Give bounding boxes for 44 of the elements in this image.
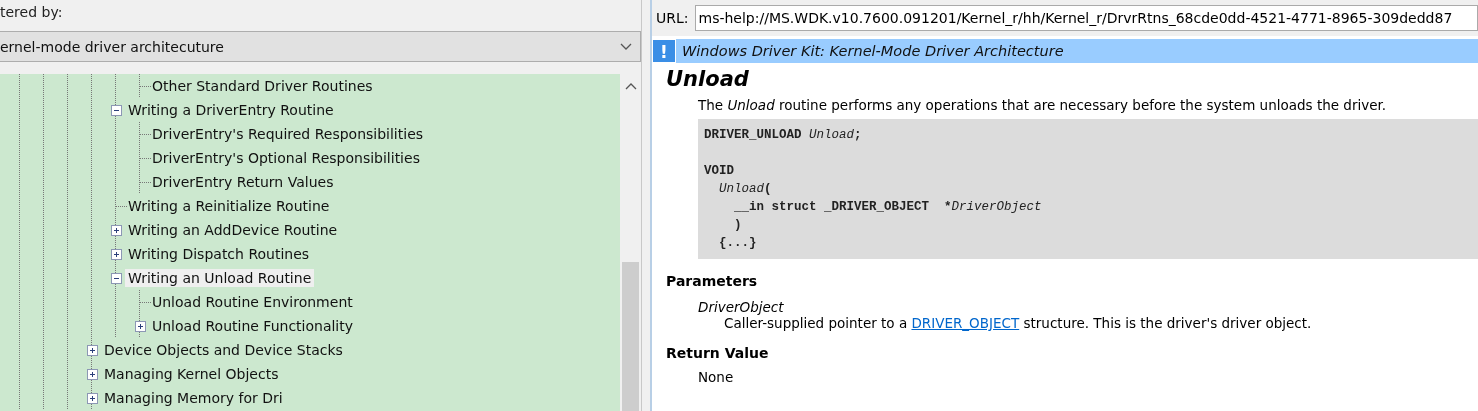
alert-icon: !	[652, 39, 676, 63]
code-line: VOID	[704, 163, 735, 180]
url-field[interactable]: ms-help://MS.WDK.v10.7600.091201/Kernel_r/hh/Kernel_r/DrvrRtns_68cde0dd-4521-4771-8965-309dedd87	[694, 5, 1478, 31]
code-line: )	[733, 217, 743, 234]
expand-icon[interactable]	[86, 368, 98, 380]
tree-item[interactable]: DriverEntry Return Values	[149, 173, 337, 191]
tree-item[interactable]: Managing Memory for Dri	[101, 389, 286, 407]
return-value-text: None	[698, 369, 735, 385]
chevron-down-icon	[620, 42, 632, 51]
tree-item[interactable]: DriverEntry's Required Responsibilities	[149, 125, 427, 143]
tree-item[interactable]: Other Standard Driver Routines	[149, 77, 376, 95]
expand-icon[interactable]	[86, 392, 98, 404]
tree-item[interactable]: Unload Routine Functionality	[149, 317, 357, 335]
filter-dropdown[interactable]: ernel-mode driver architecuture	[0, 31, 641, 62]
tree-item[interactable]: Writing an AddDevice Routine	[125, 221, 341, 239]
section-heading: Return Value	[666, 345, 770, 361]
collapse-icon[interactable]	[110, 272, 122, 284]
tree-item[interactable]: Writing a Reinitialize Routine	[125, 197, 333, 215]
filter-label: tered by:	[0, 3, 64, 22]
driver-object-link[interactable]: DRIVER_OBJECT	[911, 315, 1020, 331]
tree-item[interactable]: Writing Dispatch Routines	[125, 245, 313, 263]
expand-icon[interactable]	[110, 248, 122, 260]
page-title: Unload	[666, 67, 750, 91]
tree-item[interactable]: Writing an Unload Routine	[125, 269, 315, 287]
intro-text: The Unload routine performs any operations that are necessary before the system unloads the driver.	[698, 97, 1388, 113]
section-heading: Parameters	[666, 273, 759, 289]
parameter-name: DriverObject	[698, 299, 785, 315]
url-label: URL:	[656, 10, 689, 26]
code-line: {...}	[718, 235, 758, 252]
expand-icon[interactable]	[110, 224, 122, 236]
code-line: Unload(	[718, 181, 773, 198]
expand-icon[interactable]	[86, 344, 98, 356]
scroll-up-icon[interactable]	[624, 82, 637, 90]
tree-item[interactable]: Managing Kernel Objects	[101, 365, 282, 383]
code-line: DRIVER_UNLOAD Unload;	[704, 127, 863, 144]
tree-item[interactable]: Writing a DriverEntry Routine	[125, 101, 337, 119]
collapse-icon[interactable]	[110, 104, 122, 116]
tree-item[interactable]: Device Objects and Device Stacks	[101, 341, 346, 359]
banner-title: Windows Driver Kit: Kernel-Mode Driver Architecture	[682, 43, 1064, 59]
tree-item[interactable]: Unload Routine Environment	[149, 293, 356, 311]
parameter-description: Caller-supplied pointer to a DRIVER_OBJECT structure. This is the driver's driver object.	[724, 315, 1313, 331]
code-line: __in struct _DRIVER_OBJECT *DriverObject	[733, 199, 1043, 216]
tree-item[interactable]: DriverEntry's Optional Responsibilities	[149, 149, 423, 167]
expand-icon[interactable]	[134, 320, 146, 332]
